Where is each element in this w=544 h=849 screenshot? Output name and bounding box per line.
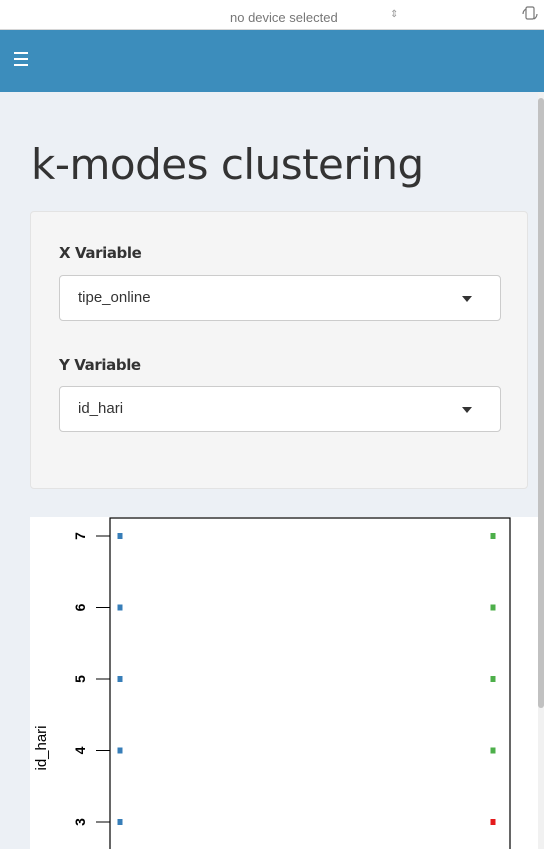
y-tick-label: 4 bbox=[72, 746, 88, 754]
y-tick-label: 6 bbox=[72, 603, 88, 611]
plot-frame bbox=[109, 517, 511, 849]
device-rotate-icon[interactable] bbox=[520, 5, 540, 23]
page-title: k-modes clustering bbox=[31, 140, 424, 189]
data-point bbox=[490, 747, 496, 754]
data-point bbox=[117, 533, 123, 539]
data-point bbox=[490, 604, 496, 611]
y-variable-label: Y Variable bbox=[59, 356, 141, 374]
y-tick-label: 5 bbox=[72, 675, 88, 683]
device-selector-arrows-icon[interactable]: ⇕ bbox=[390, 9, 398, 20]
scrollbar-thumb[interactable] bbox=[538, 98, 544, 708]
data-point bbox=[117, 747, 123, 754]
chevron-down-icon bbox=[462, 296, 472, 302]
chevron-down-icon bbox=[462, 407, 472, 413]
data-point bbox=[490, 533, 496, 539]
data-point bbox=[490, 819, 496, 825]
y-axis-label: id_hari bbox=[33, 725, 50, 770]
y-variable-select[interactable]: id_hari bbox=[59, 386, 501, 432]
data-point bbox=[490, 676, 496, 682]
hamburger-icon[interactable] bbox=[14, 52, 28, 66]
top-navbar bbox=[0, 30, 544, 92]
y-tick-label: 7 bbox=[72, 532, 88, 540]
x-variable-label: X Variable bbox=[59, 244, 142, 262]
y-variable-value: id_hari bbox=[78, 400, 124, 417]
data-point bbox=[117, 676, 123, 682]
device-toolbar: no device selected ⇕ bbox=[0, 0, 544, 30]
data-point bbox=[117, 604, 123, 611]
scatter-plot: id_hari 3 4 5 6 7 bbox=[33, 517, 511, 849]
device-selector[interactable]: no device selected bbox=[230, 10, 338, 25]
x-variable-select[interactable]: tipe_online bbox=[59, 275, 501, 321]
x-variable-value: tipe_online bbox=[78, 289, 151, 306]
data-point bbox=[117, 819, 123, 825]
y-tick-label: 3 bbox=[72, 818, 88, 826]
